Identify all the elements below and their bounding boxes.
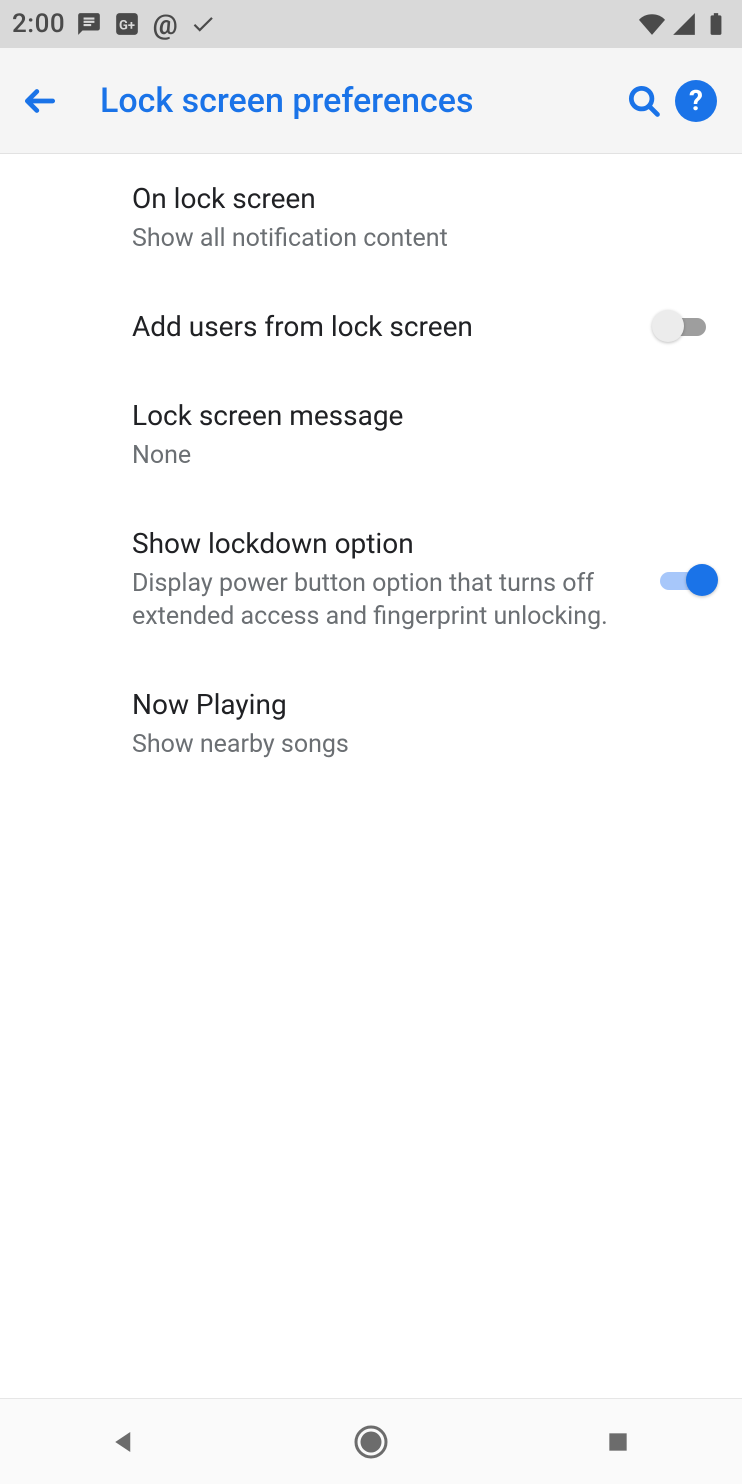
nav-recent-icon [605, 1429, 631, 1455]
page-title: Lock screen preferences [100, 81, 618, 121]
cellular-signal-icon [670, 10, 698, 38]
setting-subtitle: Display power button option that turns o… [132, 567, 640, 635]
setting-on-lock-screen[interactable]: On lock screen Show all notification con… [0, 154, 742, 282]
setting-subtitle: Show nearby songs [132, 728, 698, 762]
svg-text:G+: G+ [119, 18, 135, 33]
statusbar: 2:00 G+ @ [0, 0, 742, 48]
nav-back-button[interactable] [99, 1417, 149, 1467]
at-sign-icon: @ [151, 10, 179, 38]
help-icon: ? [675, 80, 717, 122]
setting-title: Show lockdown option [132, 525, 640, 563]
toggle-add-users[interactable] [656, 310, 714, 342]
appbar: Lock screen preferences ? [0, 48, 742, 154]
setting-title: On lock screen [132, 180, 698, 218]
setting-title: Now Playing [132, 686, 698, 724]
setting-now-playing[interactable]: Now Playing Show nearby songs [0, 660, 742, 788]
help-button[interactable]: ? [670, 80, 722, 122]
back-arrow-icon [21, 82, 59, 120]
search-button[interactable] [618, 82, 670, 120]
statusbar-time: 2:00 [12, 9, 65, 39]
setting-lock-screen-message[interactable]: Lock screen message None [0, 371, 742, 499]
nav-home-icon [353, 1424, 389, 1460]
setting-title: Add users from lock screen [132, 308, 640, 346]
setting-show-lockdown[interactable]: Show lockdown option Display power butto… [0, 499, 742, 660]
google-plus-icon: G+ [113, 10, 141, 38]
nav-home-button[interactable] [346, 1417, 396, 1467]
setting-subtitle: None [132, 439, 698, 473]
settings-list: On lock screen Show all notification con… [0, 154, 742, 788]
wifi-icon [638, 10, 666, 38]
search-icon [625, 82, 663, 120]
toggle-thumb [686, 564, 718, 596]
setting-title: Lock screen message [132, 397, 698, 435]
nav-recent-button[interactable] [593, 1417, 643, 1467]
setting-subtitle: Show all notification content [132, 222, 698, 256]
statusbar-left: 2:00 G+ @ [12, 9, 217, 39]
nav-back-icon [109, 1427, 139, 1457]
toggle-show-lockdown[interactable] [656, 564, 714, 596]
setting-add-users[interactable]: Add users from lock screen [0, 282, 742, 372]
back-button[interactable] [20, 82, 60, 120]
battery-icon [702, 10, 730, 38]
checkmark-icon [189, 10, 217, 38]
statusbar-right [638, 10, 730, 38]
toggle-thumb [652, 310, 684, 342]
message-icon [75, 10, 103, 38]
navbar [0, 1398, 742, 1484]
